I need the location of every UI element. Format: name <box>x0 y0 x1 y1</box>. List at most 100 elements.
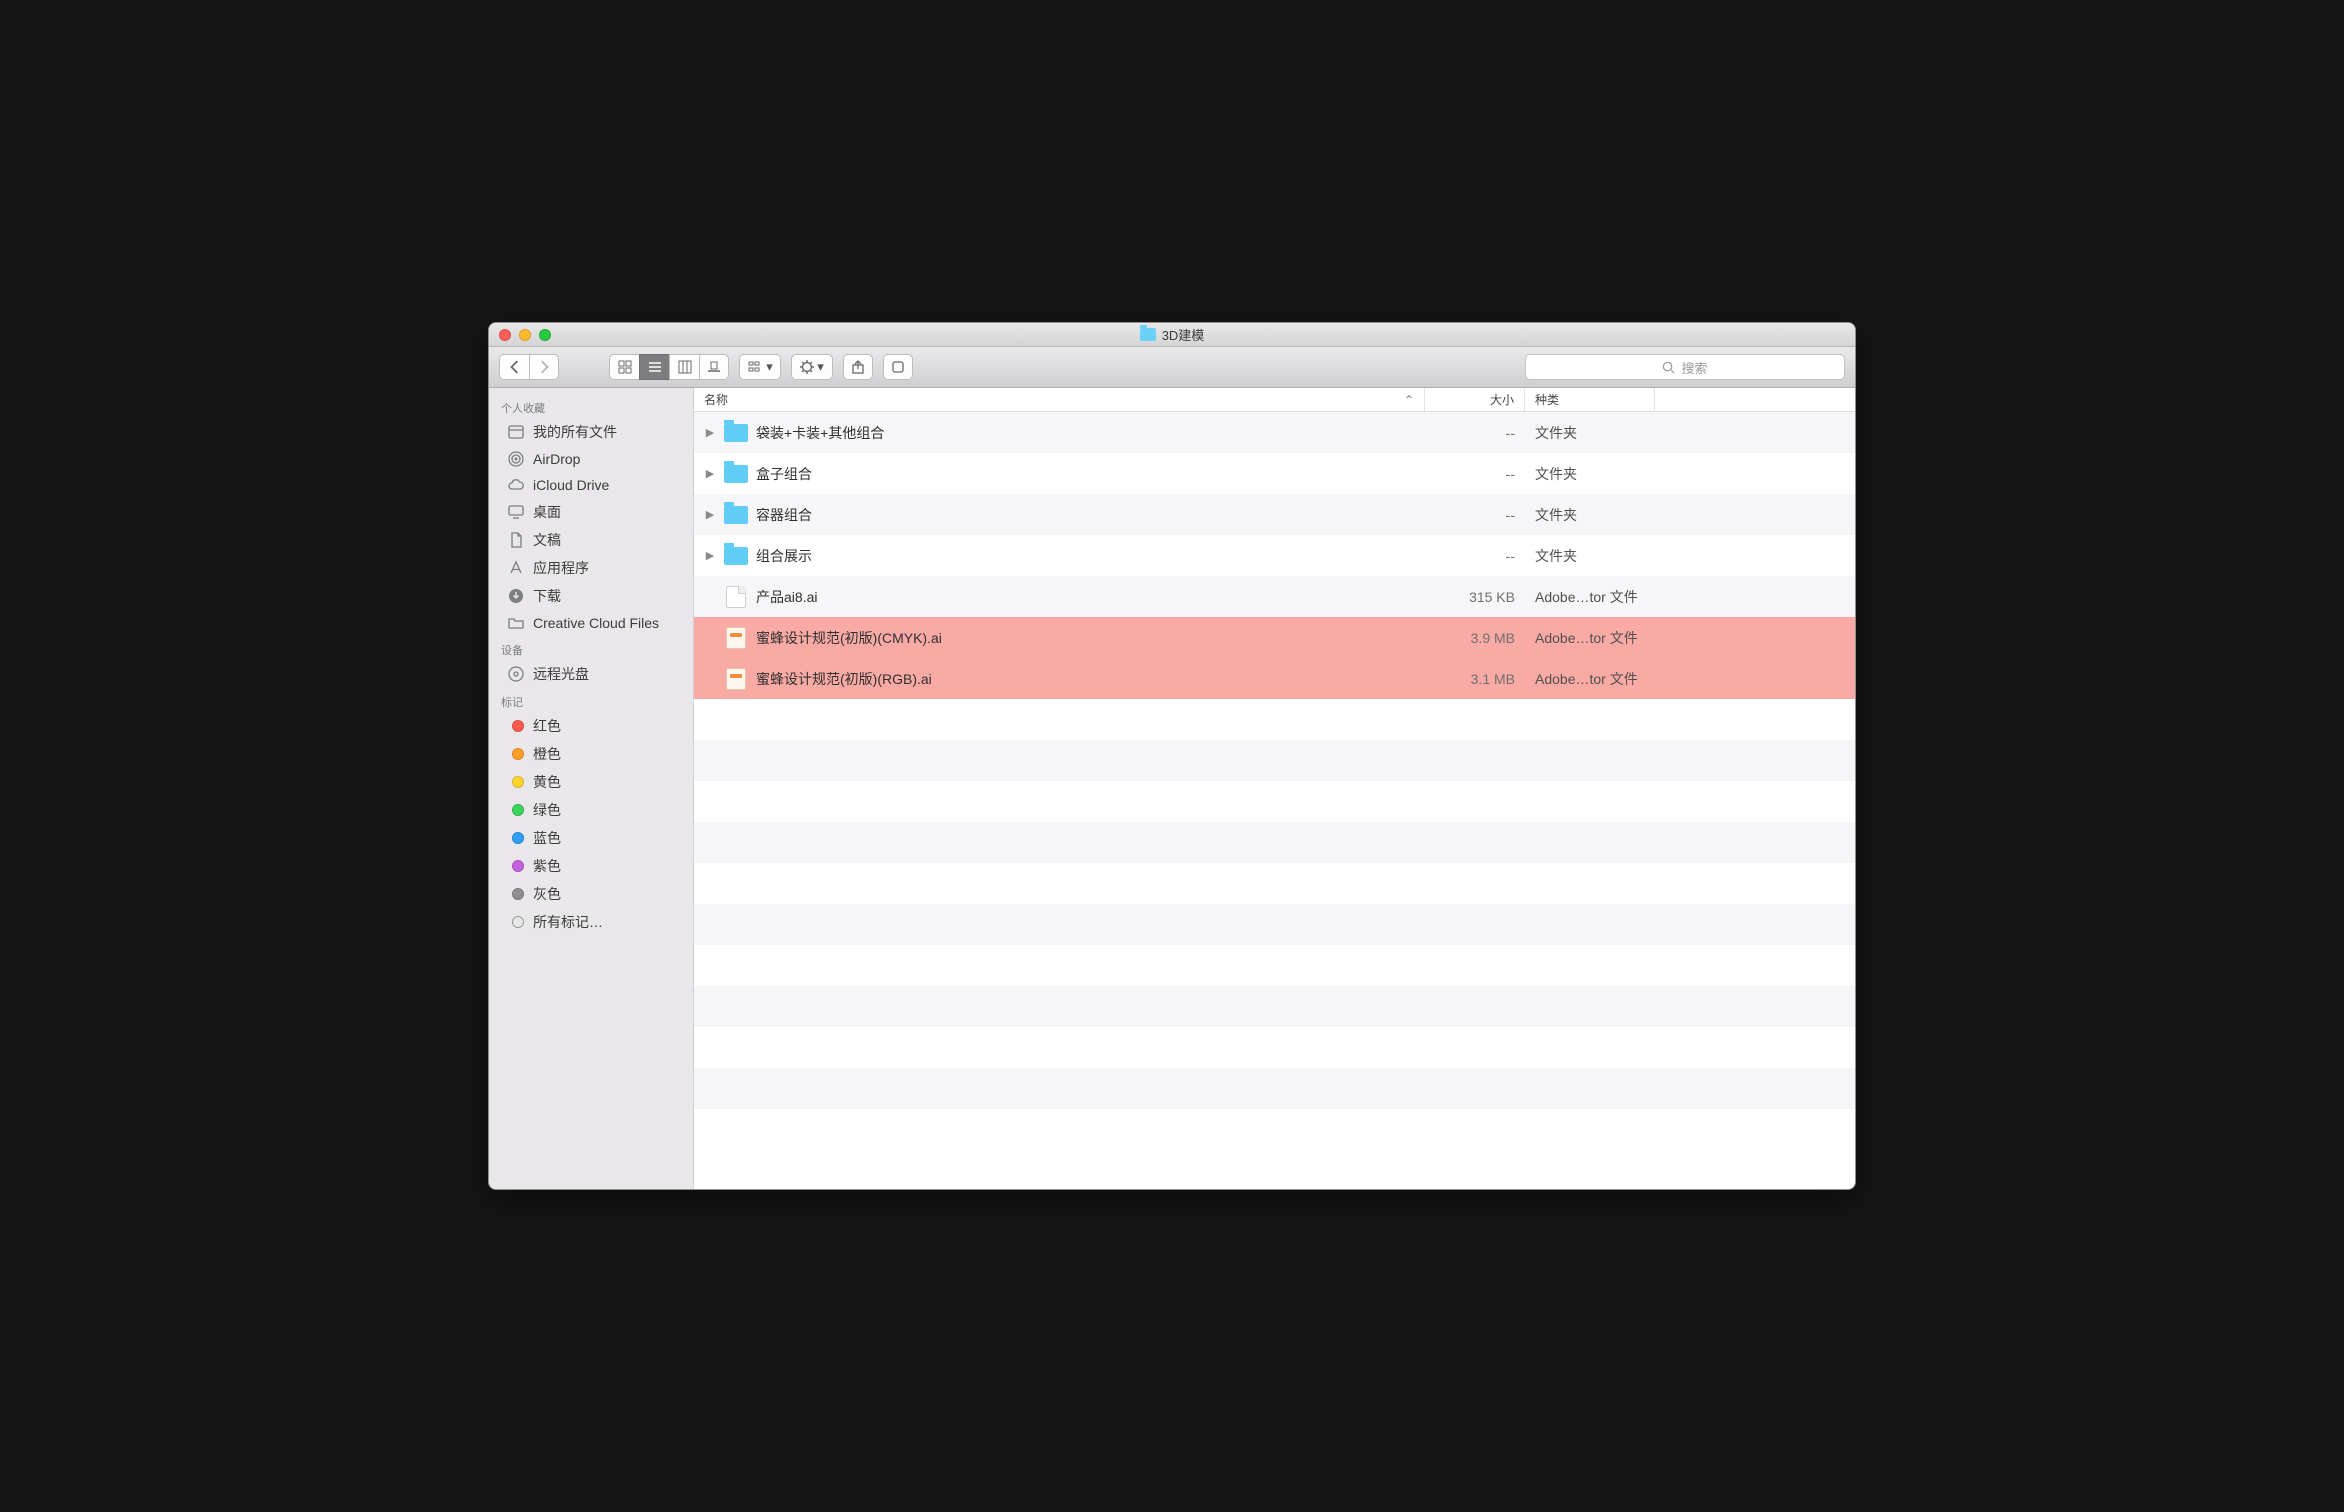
sidebar-item[interactable]: 桌面 <box>489 498 693 526</box>
empty-row <box>694 986 1855 1027</box>
sidebar-item-label: 远程光盘 <box>533 664 589 684</box>
back-button[interactable] <box>499 354 529 380</box>
tags-button[interactable] <box>883 354 913 380</box>
file-kind: 文件夹 <box>1525 464 1655 484</box>
column-kind[interactable]: 种类 <box>1525 388 1655 411</box>
sidebar-item[interactable]: iCloud Drive <box>489 472 693 498</box>
empty-row <box>694 945 1855 986</box>
view-columns-button[interactable] <box>669 354 699 380</box>
zoom-button[interactable] <box>539 329 551 341</box>
minimize-button[interactable] <box>519 329 531 341</box>
sidebar-item-label: Creative Cloud Files <box>533 615 659 631</box>
file-name: 容器组合 <box>756 505 812 525</box>
sidebar-item[interactable]: 灰色 <box>489 880 693 908</box>
file-size: -- <box>1425 466 1525 482</box>
file-size: -- <box>1425 425 1525 441</box>
tag-dot-icon <box>507 885 525 903</box>
sidebar-item[interactable]: 黄色 <box>489 768 693 796</box>
file-row[interactable]: 产品ai8.ai315 KBAdobe…tor 文件 <box>694 576 1855 617</box>
disclosure-triangle-icon[interactable]: ▶ <box>704 426 716 439</box>
column-name-label: 名称 <box>704 391 728 408</box>
sidebar-item[interactable]: 文稿 <box>489 526 693 554</box>
file-name: 蜜蜂设计规范(初版)(CMYK).ai <box>756 628 942 648</box>
documents-icon <box>507 531 525 549</box>
sidebar-section-header: 设备 <box>489 636 693 660</box>
file-name: 组合展示 <box>756 546 812 566</box>
file-name: 产品ai8.ai <box>756 587 817 607</box>
tag-dot-icon <box>507 745 525 763</box>
file-name: 蜜蜂设计规范(初版)(RGB).ai <box>756 669 932 689</box>
disclosure-triangle-icon[interactable]: ▶ <box>704 467 716 480</box>
file-kind: Adobe…tor 文件 <box>1525 628 1655 648</box>
sidebar-item[interactable]: 我的所有文件 <box>489 418 693 446</box>
disc-icon <box>507 665 525 683</box>
file-list: ▶袋装+卡装+其他组合--文件夹▶盒子组合--文件夹▶容器组合--文件夹▶组合展… <box>694 412 1855 1189</box>
sidebar-item-label: 我的所有文件 <box>533 422 617 442</box>
empty-row <box>694 904 1855 945</box>
file-size: 3.1 MB <box>1425 671 1525 687</box>
close-button[interactable] <box>499 329 511 341</box>
column-header: 名称 ⌃ 大小 种类 <box>694 388 1855 412</box>
file-kind: Adobe…tor 文件 <box>1525 587 1655 607</box>
sidebar-item-label: 紫色 <box>533 856 561 876</box>
view-list-button[interactable] <box>639 354 669 380</box>
file-row[interactable]: ▶袋装+卡装+其他组合--文件夹 <box>694 412 1855 453</box>
action-button[interactable]: ▾ <box>791 354 833 380</box>
sidebar-section-header: 个人收藏 <box>489 394 693 418</box>
sidebar-item-label: 文稿 <box>533 530 561 550</box>
sidebar-item[interactable]: 应用程序 <box>489 554 693 582</box>
folder-icon <box>507 614 525 632</box>
column-name[interactable]: 名称 ⌃ <box>694 388 1425 411</box>
sidebar-item-label: 黄色 <box>533 772 561 792</box>
window-title: 3D建模 <box>1162 325 1205 344</box>
empty-row <box>694 1109 1855 1150</box>
sidebar-item[interactable]: AirDrop <box>489 446 693 472</box>
file-row[interactable]: 蜜蜂设计规范(初版)(RGB).ai3.1 MBAdobe…tor 文件 <box>694 658 1855 699</box>
airdrop-icon <box>507 450 525 468</box>
empty-row <box>694 740 1855 781</box>
file-kind: 文件夹 <box>1525 423 1655 443</box>
file-row[interactable]: 蜜蜂设计规范(初版)(CMYK).ai 3.9 MBAdobe…tor 文件 <box>694 617 1855 658</box>
sidebar-item[interactable]: 远程光盘 <box>489 660 693 688</box>
file-row[interactable]: ▶组合展示--文件夹 <box>694 535 1855 576</box>
file-name: 盒子组合 <box>756 464 812 484</box>
titlebar[interactable]: 3D建模 <box>489 323 1855 347</box>
sidebar-item-label: 桌面 <box>533 502 561 522</box>
tag-dot-icon <box>507 717 525 735</box>
empty-row <box>694 699 1855 740</box>
sidebar-item[interactable]: 所有标记… <box>489 908 693 936</box>
sidebar-item-label: 应用程序 <box>533 558 589 578</box>
column-spare[interactable] <box>1655 388 1855 411</box>
column-size-label: 大小 <box>1490 391 1514 408</box>
folder-icon <box>724 422 748 444</box>
file-size: 3.9 MB <box>1425 630 1525 646</box>
folder-icon <box>724 463 748 485</box>
ai-file-icon <box>724 627 748 649</box>
sidebar-item[interactable]: 下载 <box>489 582 693 610</box>
empty-row <box>694 1068 1855 1109</box>
sidebar-item[interactable]: 紫色 <box>489 852 693 880</box>
sort-ascending-icon: ⌃ <box>1404 393 1414 407</box>
disclosure-triangle-icon[interactable]: ▶ <box>704 508 716 521</box>
file-row[interactable]: ▶ 盒子组合 --文件夹 <box>694 453 1855 494</box>
search-input[interactable]: 搜索 <box>1525 354 1845 380</box>
sidebar-item[interactable]: 绿色 <box>489 796 693 824</box>
ai-file-icon <box>724 668 748 690</box>
sidebar-item[interactable]: 红色 <box>489 712 693 740</box>
sidebar-item[interactable]: 橙色 <box>489 740 693 768</box>
sidebar-item-label: 下载 <box>533 586 561 606</box>
forward-button[interactable] <box>529 354 559 380</box>
sidebar-item[interactable]: Creative Cloud Files <box>489 610 693 636</box>
view-icons-button[interactable] <box>609 354 639 380</box>
sidebar-item[interactable]: 蓝色 <box>489 824 693 852</box>
share-button[interactable] <box>843 354 873 380</box>
sidebar-item-label: 绿色 <box>533 800 561 820</box>
column-kind-label: 种类 <box>1535 391 1559 408</box>
column-size[interactable]: 大小 <box>1425 388 1525 411</box>
arrange-button[interactable]: ▾ <box>739 354 781 380</box>
disclosure-triangle-icon[interactable]: ▶ <box>704 549 716 562</box>
sidebar-item-label: iCloud Drive <box>533 477 609 493</box>
view-coverflow-button[interactable] <box>699 354 729 380</box>
tag-dot-icon <box>507 801 525 819</box>
file-row[interactable]: ▶容器组合--文件夹 <box>694 494 1855 535</box>
